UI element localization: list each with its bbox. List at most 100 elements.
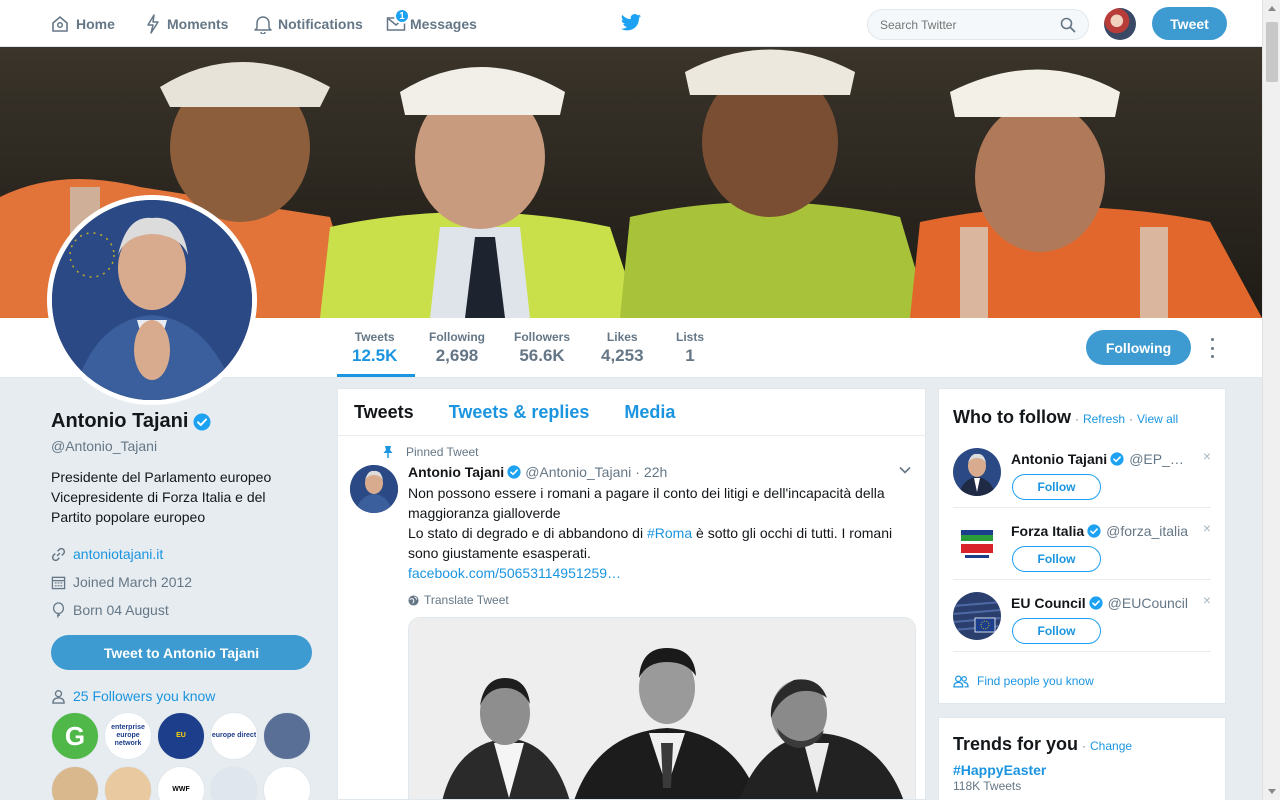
following-button[interactable]: Following — [1086, 330, 1191, 365]
profile-name[interactable]: Antonio Tajani — [51, 410, 188, 433]
stat-value: 12.5K — [352, 346, 398, 365]
search-icon[interactable] — [1060, 17, 1076, 33]
view-all-link[interactable]: View all — [1137, 412, 1178, 426]
tweet-to-button[interactable]: Tweet to Antonio Tajani — [51, 635, 312, 670]
search-input[interactable] — [880, 17, 1050, 32]
translate-tweet[interactable]: Translate Tweet — [408, 593, 925, 607]
follower-avatar[interactable]: europe direct — [210, 712, 258, 760]
suggestion-name-line: Antonio Tajani @EP_… — [1011, 451, 1211, 467]
who-to-follow-title: Who to follow — [953, 407, 1071, 427]
follower-avatar[interactable]: WWF — [157, 766, 205, 800]
dismiss-close-icon[interactable]: × — [1203, 520, 1211, 536]
tweet-paragraph: Lo stato di degrado e di abbandono di #R… — [408, 523, 908, 563]
stat-followers[interactable]: Followers 56.6K — [514, 330, 570, 366]
suggestion-item[interactable]: Forza Italia @forza_italia × Follow — [953, 508, 1211, 580]
follower-avatar[interactable] — [263, 712, 311, 760]
trend-item[interactable]: #HappyEaster — [953, 762, 1211, 778]
search-box[interactable] — [867, 9, 1089, 40]
trends-title: Trends for you — [953, 734, 1079, 754]
suggestion-name[interactable]: Antonio Tajani — [1011, 451, 1107, 467]
suggestion-avatar[interactable] — [953, 520, 1001, 568]
more-options-icon[interactable] — [1206, 338, 1218, 358]
home-icon — [52, 15, 68, 32]
account-avatar[interactable] — [1104, 8, 1136, 40]
follower-avatar[interactable] — [51, 766, 99, 800]
nav-notifications[interactable]: Notifications — [254, 0, 363, 47]
stat-lists[interactable]: Lists 1 — [676, 330, 704, 366]
suggestion-name-line: EU Council @EUCouncil — [1011, 595, 1211, 611]
refresh-link[interactable]: Refresh — [1083, 412, 1125, 426]
suggestion-name-line: Forza Italia @forza_italia — [1011, 523, 1211, 539]
people-icon — [953, 675, 969, 687]
follower-avatar[interactable]: G — [51, 712, 99, 760]
follower-avatar[interactable] — [210, 766, 258, 800]
followers-you-know-label: 25 Followers you know — [73, 688, 216, 704]
nav-messages[interactable]: 1 Messages — [386, 0, 477, 47]
suggestion-name[interactable]: Forza Italia — [1011, 523, 1084, 539]
stat-following[interactable]: Following 2,698 — [429, 330, 485, 366]
find-people-link[interactable]: Find people you know — [953, 674, 1094, 688]
tab-media[interactable]: Media — [624, 402, 675, 423]
header-separator: · — [1129, 412, 1133, 426]
tab-tweets-replies[interactable]: Tweets & replies — [449, 402, 590, 423]
follower-avatar[interactable]: enterprise europe network — [104, 712, 152, 760]
bell-icon — [254, 15, 272, 34]
top-navigation-bar: Home Moments Notifications 1 Messages Tw… — [0, 0, 1262, 47]
tweet-timestamp[interactable]: 22h — [644, 464, 667, 480]
person-icon — [52, 689, 65, 704]
tweet-author-name[interactable]: Antonio Tajani — [408, 464, 504, 480]
change-trends-link[interactable]: Change — [1090, 739, 1132, 753]
scroll-down-arrow[interactable] — [1268, 789, 1276, 794]
dismiss-close-icon[interactable]: × — [1203, 448, 1211, 464]
follower-avatar[interactable] — [104, 766, 152, 800]
nav-moments-label: Moments — [167, 15, 229, 32]
suggestion-avatar[interactable] — [953, 592, 1001, 640]
bio-line: Presidente del Parlamento europeo — [51, 469, 272, 485]
suggestion-avatar[interactable] — [953, 448, 1001, 496]
pinned-tweet[interactable]: Pinned Tweet Antonio Tajani @Antonio_Taj… — [338, 436, 925, 799]
twitter-bird-icon[interactable] — [620, 13, 642, 33]
profile-name-row: Antonio Tajani — [51, 410, 321, 433]
profile-bio: Presidente del Parlamento europeo Vicepr… — [51, 467, 291, 527]
tab-tweets[interactable]: Tweets — [354, 402, 414, 423]
find-people-label: Find people you know — [977, 674, 1094, 688]
scroll-up-arrow[interactable] — [1268, 6, 1276, 11]
tweet-author-handle[interactable]: @Antonio_Tajani — [525, 464, 631, 480]
who-to-follow-module: Who to follow · Refresh · View all Anton… — [938, 388, 1226, 704]
trend-count: 118K Tweets — [953, 779, 1022, 793]
verified-badge-icon — [507, 465, 521, 479]
follow-button[interactable]: Follow — [1012, 474, 1101, 500]
profile-website-link[interactable]: antoniotajani.it — [73, 546, 163, 562]
stat-likes[interactable]: Likes 4,253 — [601, 330, 644, 366]
follower-avatar[interactable] — [263, 766, 311, 800]
nav-moments[interactable]: Moments — [145, 0, 228, 47]
dismiss-close-icon[interactable]: × — [1203, 592, 1211, 608]
profile-born-row: Born 04 August — [51, 596, 321, 624]
suggestion-item[interactable]: EU Council @EUCouncil × Follow — [953, 580, 1211, 652]
calendar-icon — [51, 576, 66, 589]
timeline: Tweets Tweets & replies Media Pinned Twe… — [337, 388, 926, 800]
stat-tweets[interactable]: Tweets 12.5K — [352, 330, 397, 366]
profile-handle[interactable]: @Antonio_Tajani — [51, 438, 321, 454]
timeline-tabs: Tweets Tweets & replies Media — [338, 389, 925, 436]
page-scrollbar[interactable] — [1262, 0, 1280, 800]
tweet-external-link[interactable]: facebook.com/50653114951259… — [408, 563, 908, 583]
verified-badge-icon — [1087, 524, 1101, 538]
nav-home[interactable]: Home — [50, 0, 115, 47]
follower-avatar[interactable]: EU — [157, 712, 205, 760]
suggestion-name[interactable]: EU Council — [1011, 595, 1086, 611]
profile-avatar[interactable] — [47, 195, 257, 405]
chevron-down-icon[interactable] — [899, 466, 911, 474]
follow-button[interactable]: Follow — [1012, 546, 1101, 572]
profile-joined: Joined March 2012 — [73, 574, 193, 590]
tweet-media-image[interactable] — [408, 617, 916, 799]
followers-you-know-link[interactable]: 25 Followers you know — [51, 688, 321, 704]
tweet-author-avatar[interactable] — [350, 465, 398, 513]
scrollbar-thumb[interactable] — [1266, 22, 1278, 82]
suggestion-item[interactable]: Antonio Tajani @EP_… × Follow — [953, 436, 1211, 508]
trends-header: Trends for you · Change — [953, 734, 1211, 755]
hashtag-link[interactable]: #Roma — [647, 525, 692, 541]
follow-button[interactable]: Follow — [1012, 618, 1101, 644]
stat-value: 2,698 — [435, 346, 479, 365]
compose-tweet-button[interactable]: Tweet — [1152, 7, 1227, 40]
